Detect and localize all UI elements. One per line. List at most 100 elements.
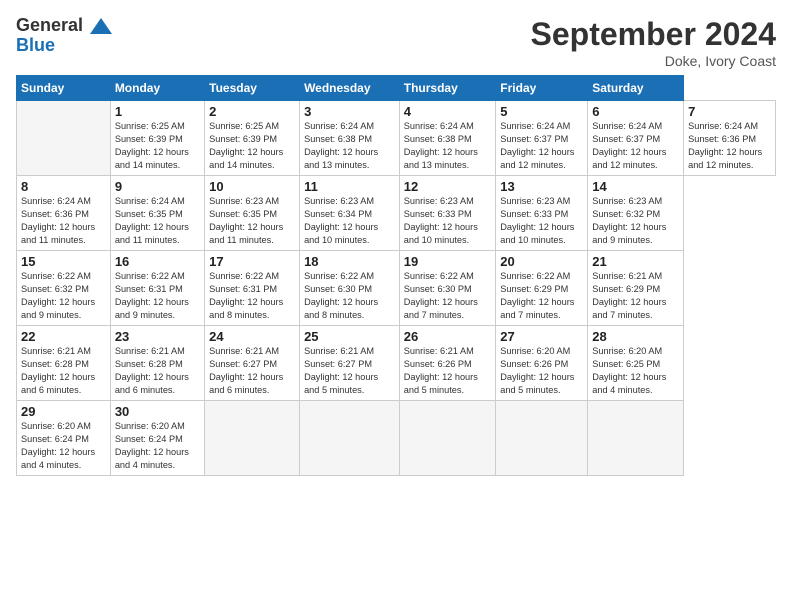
calendar-cell: 19 Sunrise: 6:22 AMSunset: 6:30 PMDaylig… [399,251,496,326]
logo: General Blue [16,16,112,56]
day-number: 14 [592,179,679,194]
calendar-cell: 3 Sunrise: 6:24 AMSunset: 6:38 PMDayligh… [300,101,400,176]
day-info: Sunrise: 6:25 AMSunset: 6:39 PMDaylight:… [209,121,283,170]
calendar-cell: 29 Sunrise: 6:20 AMSunset: 6:24 PMDaylig… [17,401,111,476]
calendar-cell: 8 Sunrise: 6:24 AMSunset: 6:36 PMDayligh… [17,176,111,251]
calendar-cell: 18 Sunrise: 6:22 AMSunset: 6:30 PMDaylig… [300,251,400,326]
calendar-cell [496,401,588,476]
col-monday: Monday [110,76,204,101]
day-info: Sunrise: 6:22 AMSunset: 6:29 PMDaylight:… [500,271,574,320]
calendar-cell [300,401,400,476]
calendar-cell: 12 Sunrise: 6:23 AMSunset: 6:33 PMDaylig… [399,176,496,251]
day-number: 5 [500,104,583,119]
calendar-cell: 17 Sunrise: 6:22 AMSunset: 6:31 PMDaylig… [205,251,300,326]
day-info: Sunrise: 6:22 AMSunset: 6:30 PMDaylight:… [304,271,378,320]
calendar-cell [17,101,111,176]
day-number: 13 [500,179,583,194]
day-info: Sunrise: 6:23 AMSunset: 6:34 PMDaylight:… [304,196,378,245]
day-info: Sunrise: 6:23 AMSunset: 6:33 PMDaylight:… [404,196,478,245]
day-info: Sunrise: 6:24 AMSunset: 6:35 PMDaylight:… [115,196,189,245]
day-number: 4 [404,104,492,119]
title-area: September 2024 Doke, Ivory Coast [531,16,776,69]
calendar-cell: 25 Sunrise: 6:21 AMSunset: 6:27 PMDaylig… [300,326,400,401]
page: General Blue September 2024 Doke, Ivory … [0,0,792,612]
day-info: Sunrise: 6:24 AMSunset: 6:38 PMDaylight:… [404,121,478,170]
day-number: 10 [209,179,295,194]
calendar-cell: 22 Sunrise: 6:21 AMSunset: 6:28 PMDaylig… [17,326,111,401]
day-number: 6 [592,104,679,119]
calendar-cell: 7 Sunrise: 6:24 AMSunset: 6:36 PMDayligh… [684,101,776,176]
logo-general: General [16,15,83,35]
calendar-cell: 2 Sunrise: 6:25 AMSunset: 6:39 PMDayligh… [205,101,300,176]
calendar-cell: 30 Sunrise: 6:20 AMSunset: 6:24 PMDaylig… [110,401,204,476]
day-info: Sunrise: 6:21 AMSunset: 6:28 PMDaylight:… [21,346,95,395]
logo-icon [90,18,112,34]
day-number: 29 [21,404,106,419]
day-info: Sunrise: 6:22 AMSunset: 6:31 PMDaylight:… [115,271,189,320]
header: General Blue September 2024 Doke, Ivory … [16,16,776,69]
day-info: Sunrise: 6:24 AMSunset: 6:36 PMDaylight:… [21,196,95,245]
calendar-cell: 28 Sunrise: 6:20 AMSunset: 6:25 PMDaylig… [588,326,684,401]
week-row-3: 22 Sunrise: 6:21 AMSunset: 6:28 PMDaylig… [17,326,776,401]
day-number: 12 [404,179,492,194]
calendar-cell: 13 Sunrise: 6:23 AMSunset: 6:33 PMDaylig… [496,176,588,251]
calendar-cell: 27 Sunrise: 6:20 AMSunset: 6:26 PMDaylig… [496,326,588,401]
day-info: Sunrise: 6:22 AMSunset: 6:30 PMDaylight:… [404,271,478,320]
week-row-1: 8 Sunrise: 6:24 AMSunset: 6:36 PMDayligh… [17,176,776,251]
col-sunday: Sunday [17,76,111,101]
day-info: Sunrise: 6:24 AMSunset: 6:37 PMDaylight:… [500,121,574,170]
day-number: 7 [688,104,771,119]
week-row-2: 15 Sunrise: 6:22 AMSunset: 6:32 PMDaylig… [17,251,776,326]
col-thursday: Thursday [399,76,496,101]
day-info: Sunrise: 6:24 AMSunset: 6:37 PMDaylight:… [592,121,666,170]
week-row-0: 1 Sunrise: 6:25 AMSunset: 6:39 PMDayligh… [17,101,776,176]
day-info: Sunrise: 6:22 AMSunset: 6:32 PMDaylight:… [21,271,95,320]
calendar-cell: 26 Sunrise: 6:21 AMSunset: 6:26 PMDaylig… [399,326,496,401]
calendar-cell [205,401,300,476]
logo-text: General [16,16,112,36]
day-number: 16 [115,254,200,269]
day-info: Sunrise: 6:23 AMSunset: 6:32 PMDaylight:… [592,196,666,245]
day-number: 2 [209,104,295,119]
day-info: Sunrise: 6:21 AMSunset: 6:26 PMDaylight:… [404,346,478,395]
day-number: 8 [21,179,106,194]
day-number: 17 [209,254,295,269]
day-info: Sunrise: 6:20 AMSunset: 6:24 PMDaylight:… [21,421,95,470]
day-info: Sunrise: 6:23 AMSunset: 6:35 PMDaylight:… [209,196,283,245]
calendar-cell: 11 Sunrise: 6:23 AMSunset: 6:34 PMDaylig… [300,176,400,251]
day-info: Sunrise: 6:20 AMSunset: 6:26 PMDaylight:… [500,346,574,395]
day-info: Sunrise: 6:23 AMSunset: 6:33 PMDaylight:… [500,196,574,245]
col-friday: Friday [496,76,588,101]
calendar-header: Sunday Monday Tuesday Wednesday Thursday… [17,76,776,101]
calendar: Sunday Monday Tuesday Wednesday Thursday… [16,75,776,476]
day-number: 3 [304,104,395,119]
day-info: Sunrise: 6:25 AMSunset: 6:39 PMDaylight:… [115,121,189,170]
day-number: 11 [304,179,395,194]
day-info: Sunrise: 6:21 AMSunset: 6:27 PMDaylight:… [304,346,378,395]
calendar-cell: 9 Sunrise: 6:24 AMSunset: 6:35 PMDayligh… [110,176,204,251]
day-info: Sunrise: 6:22 AMSunset: 6:31 PMDaylight:… [209,271,283,320]
calendar-cell: 20 Sunrise: 6:22 AMSunset: 6:29 PMDaylig… [496,251,588,326]
day-number: 19 [404,254,492,269]
day-number: 30 [115,404,200,419]
day-number: 1 [115,104,200,119]
day-number: 15 [21,254,106,269]
calendar-cell: 16 Sunrise: 6:22 AMSunset: 6:31 PMDaylig… [110,251,204,326]
day-info: Sunrise: 6:20 AMSunset: 6:25 PMDaylight:… [592,346,666,395]
day-info: Sunrise: 6:20 AMSunset: 6:24 PMDaylight:… [115,421,189,470]
day-number: 24 [209,329,295,344]
day-number: 21 [592,254,679,269]
calendar-cell: 6 Sunrise: 6:24 AMSunset: 6:37 PMDayligh… [588,101,684,176]
day-number: 18 [304,254,395,269]
day-number: 20 [500,254,583,269]
day-number: 9 [115,179,200,194]
calendar-cell: 1 Sunrise: 6:25 AMSunset: 6:39 PMDayligh… [110,101,204,176]
calendar-cell: 4 Sunrise: 6:24 AMSunset: 6:38 PMDayligh… [399,101,496,176]
calendar-cell: 5 Sunrise: 6:24 AMSunset: 6:37 PMDayligh… [496,101,588,176]
calendar-body: 1 Sunrise: 6:25 AMSunset: 6:39 PMDayligh… [17,101,776,476]
day-info: Sunrise: 6:21 AMSunset: 6:27 PMDaylight:… [209,346,283,395]
col-saturday: Saturday [588,76,684,101]
calendar-cell: 24 Sunrise: 6:21 AMSunset: 6:27 PMDaylig… [205,326,300,401]
location: Doke, Ivory Coast [531,53,776,69]
day-info: Sunrise: 6:24 AMSunset: 6:38 PMDaylight:… [304,121,378,170]
